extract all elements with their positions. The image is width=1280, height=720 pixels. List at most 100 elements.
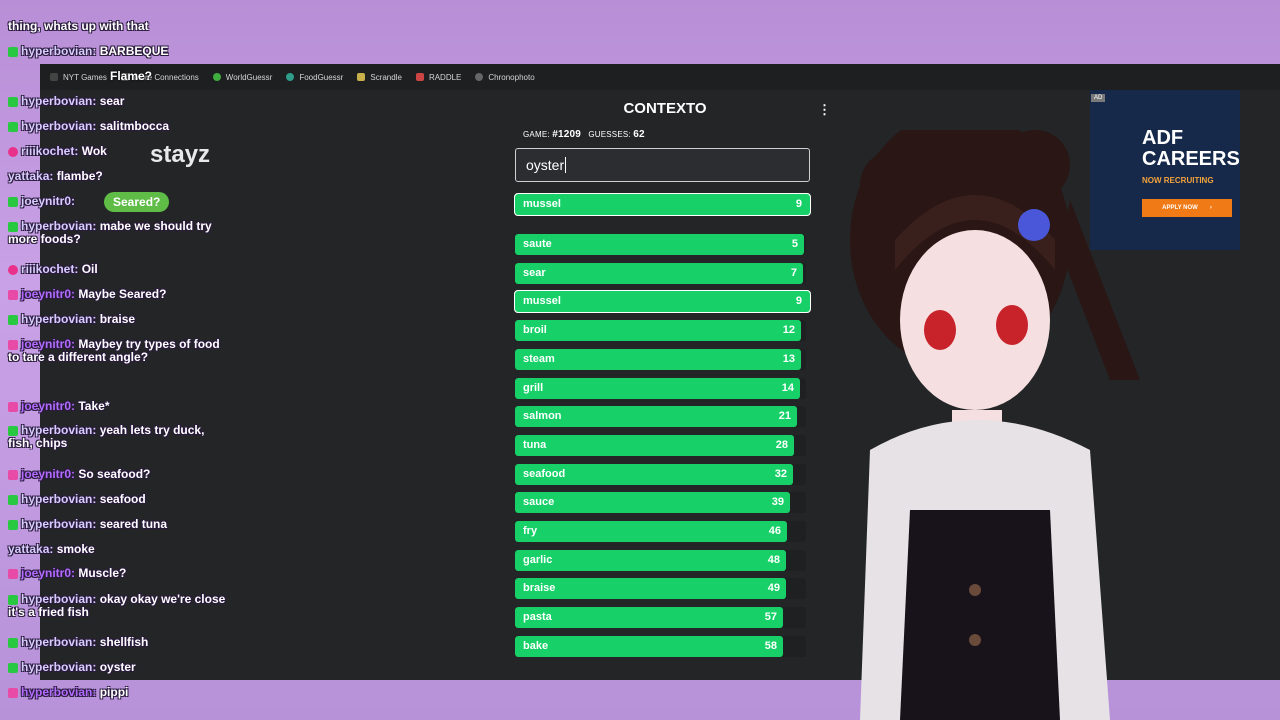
heart-badge-icon bbox=[8, 264, 18, 275]
chat-username: joeynitr0: bbox=[21, 337, 76, 351]
guess-word: seafood bbox=[523, 467, 566, 480]
right-eye bbox=[996, 305, 1028, 345]
chat-message: hyperbovian: okay okay we're close it's … bbox=[8, 593, 228, 619]
poll-option-flame: Flame? bbox=[110, 69, 153, 83]
chat-text: Muscle? bbox=[78, 566, 127, 580]
chat-username: hyperbovian: bbox=[21, 517, 97, 531]
poll-option-seared: Seared? bbox=[104, 192, 170, 212]
chat-message: hyperbovian: yeah lets try duck, fish, c… bbox=[8, 424, 228, 450]
check-badge-icon bbox=[8, 196, 18, 207]
chat-text: seafood bbox=[99, 492, 146, 506]
chat-username: hyperbovian: bbox=[21, 660, 97, 674]
bookmark-label: RADDLE bbox=[428, 72, 462, 82]
chat-username: yattaka: bbox=[8, 542, 54, 556]
check-badge-icon bbox=[8, 46, 18, 57]
vip-badge-icon bbox=[8, 339, 18, 350]
guess-row: broil 12 bbox=[515, 320, 806, 342]
hair-bun-left bbox=[860, 150, 930, 220]
guess-rank: 28 bbox=[775, 438, 788, 451]
chat-text: So seafood? bbox=[78, 467, 151, 481]
chat-username: hyperbovian: bbox=[21, 219, 97, 233]
chat-username: hyperbovian: bbox=[21, 492, 97, 506]
chat-message: riiikochet: Oil bbox=[8, 263, 228, 276]
rank-bar bbox=[515, 607, 783, 629]
chat-message: yattaka: flambe? bbox=[8, 170, 228, 183]
rank-bar bbox=[515, 578, 786, 600]
sponsor-logo: stayz bbox=[150, 141, 211, 168]
text-caret bbox=[565, 157, 567, 173]
guess-row: fry 46 bbox=[515, 521, 806, 542]
guess-word: grill bbox=[523, 381, 544, 394]
chat-text: Take* bbox=[78, 399, 110, 413]
chat-message: joeynitr0: Maybe Seared? bbox=[8, 288, 228, 301]
chat-message: hyperbovian: sear bbox=[8, 95, 228, 108]
check-badge-icon bbox=[8, 594, 18, 605]
chat-username: joeynitr0: bbox=[21, 467, 76, 481]
rank-bar bbox=[515, 348, 801, 370]
guess-word: sauce bbox=[523, 496, 555, 509]
apply-now-label: APPLY NOW bbox=[1162, 205, 1198, 211]
page-title: CONTEXTO bbox=[623, 100, 707, 117]
guess-word: steam bbox=[523, 352, 555, 365]
chat-text: sear bbox=[99, 94, 125, 108]
guess-word: salmon bbox=[523, 410, 562, 423]
game-number: #1209 bbox=[552, 129, 582, 140]
chat-message: joeynitr0: Maybey try types of food to t… bbox=[8, 338, 228, 364]
chat-message: hyperbovian: salitmbocca bbox=[8, 120, 228, 133]
chat-text: flambe? bbox=[56, 169, 103, 183]
game-label: GAME: bbox=[523, 130, 550, 139]
guess-input[interactable]: oyster bbox=[515, 148, 810, 182]
guess-word: mussel bbox=[523, 295, 561, 308]
guess-row: tuna 28 bbox=[515, 434, 806, 456]
chat-username: hyperbovian: bbox=[21, 635, 97, 649]
guesses-label: GUESSES: bbox=[588, 130, 631, 139]
guess-rank: 9 bbox=[795, 295, 802, 308]
vip-badge-icon bbox=[8, 469, 18, 480]
chat-text: pippi bbox=[99, 685, 129, 699]
hair-tail bbox=[1060, 200, 1140, 380]
chat-text: Maybe Seared? bbox=[78, 287, 167, 301]
chat-text: salitmbocca bbox=[99, 119, 170, 133]
guess-word: sear bbox=[523, 266, 546, 279]
chat-message: joeynitr0: Muscle? bbox=[8, 567, 228, 580]
chat-message: hyperbovian: shellfish bbox=[8, 636, 228, 649]
vip-badge-icon bbox=[8, 289, 18, 300]
bookmark-foodguessr[interactable]: FoodGuessr bbox=[286, 73, 343, 82]
chat-text: oyster bbox=[99, 660, 136, 674]
chat-text: Oil bbox=[81, 262, 98, 276]
bookmark-label: Scrandle bbox=[370, 72, 402, 82]
chat-text: BARBEQUE bbox=[99, 44, 169, 58]
guess-rank: 58 bbox=[764, 639, 777, 652]
rank-bar bbox=[515, 549, 786, 571]
more-menu-icon[interactable]: ⋮ bbox=[818, 102, 831, 118]
chat-text: shellfish bbox=[99, 635, 149, 649]
game-stats: GAME: #1209 GUESSES: 62 bbox=[523, 129, 645, 140]
ad-badge: AD bbox=[1091, 94, 1106, 102]
chat-message: hyperbovian: seafood bbox=[8, 493, 228, 506]
scrandle-icon bbox=[357, 73, 366, 81]
vip-badge-icon bbox=[8, 401, 18, 412]
guess-word: pasta bbox=[523, 611, 552, 624]
check-badge-icon bbox=[8, 637, 18, 648]
chat-message: hyperbovian: mabe we should try more foo… bbox=[8, 220, 228, 246]
chat-text: braise bbox=[99, 312, 136, 326]
guess-row: sauce 39 bbox=[515, 492, 806, 514]
bookmark-scrandle[interactable]: Scrandle bbox=[357, 73, 402, 82]
chat-username: hyperbovian: bbox=[21, 119, 97, 133]
guess-rank: 57 bbox=[764, 611, 777, 624]
chat-message: joeynitr0: So seafood? bbox=[8, 468, 228, 481]
bookmark-raddle[interactable]: RADDLE bbox=[415, 72, 462, 82]
rank-bar bbox=[515, 635, 783, 657]
guess-input-value: oyster bbox=[526, 157, 565, 173]
guess-word: fry bbox=[523, 525, 538, 537]
guess-rank: 39 bbox=[771, 496, 784, 509]
bookmark-label: FoodGuessr bbox=[299, 72, 344, 82]
check-badge-icon bbox=[8, 221, 18, 232]
chat-username: joeynitr0: bbox=[21, 287, 76, 301]
rank-bar bbox=[515, 521, 787, 542]
chat-username: hyperbovian: bbox=[21, 94, 97, 108]
rank-bar bbox=[515, 492, 790, 514]
bookmark-chronophoto[interactable]: Chronophoto bbox=[475, 73, 535, 82]
chat-username: joeynitr0: bbox=[21, 566, 76, 580]
rank-bar bbox=[515, 320, 801, 342]
